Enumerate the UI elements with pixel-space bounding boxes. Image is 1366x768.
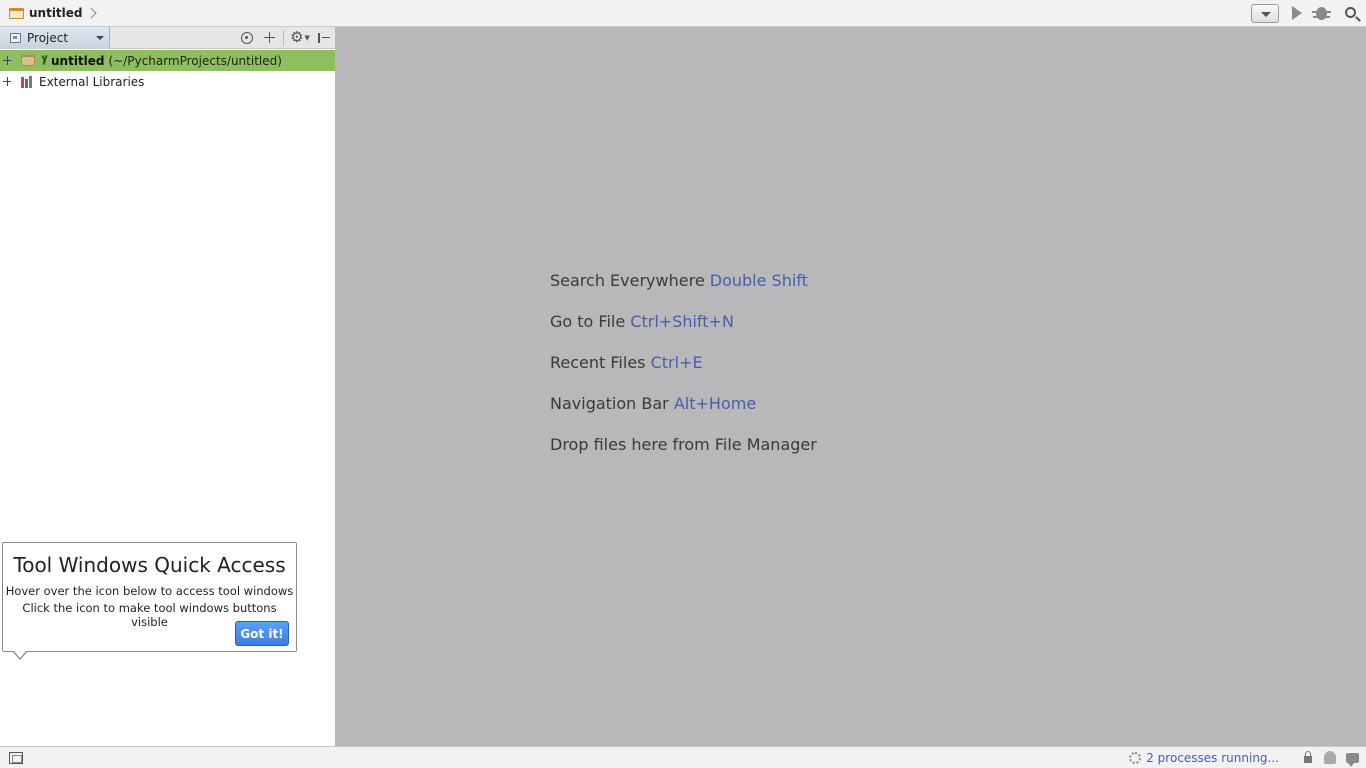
project-view-icon bbox=[10, 32, 21, 43]
project-panel-header: Project ⚙ ▼ bbox=[0, 26, 335, 49]
hide-panel-button[interactable] bbox=[313, 27, 335, 49]
hint-shortcut: Double Shift bbox=[709, 271, 808, 290]
debug-icon bbox=[1311, 6, 1331, 20]
hint-action: Search Everywhere bbox=[550, 271, 705, 290]
event-log-button[interactable] bbox=[1341, 748, 1363, 768]
locate-icon bbox=[241, 31, 253, 44]
hint-go-to-file: Go to File Ctrl+Shift+N bbox=[550, 312, 817, 353]
breadcrumb[interactable]: untitled bbox=[9, 2, 95, 24]
hint-search-everywhere: Search Everywhere Double Shift bbox=[550, 271, 817, 312]
status-bar: 2 processes running... bbox=[0, 746, 1366, 768]
hint-action: Drop files here from File Manager bbox=[550, 435, 817, 454]
inspector-icon bbox=[1324, 751, 1336, 764]
hint-shortcut: Ctrl+E bbox=[650, 353, 703, 372]
expand-icon[interactable] bbox=[1, 71, 15, 92]
balloon-title: Tool Windows Quick Access bbox=[13, 553, 286, 577]
tree-item-name: External Libraries bbox=[39, 74, 145, 89]
library-book-bar bbox=[25, 78, 28, 88]
vcs-check-icon bbox=[38, 55, 48, 67]
hint-navigation-bar: Navigation Bar Alt+Home bbox=[550, 394, 817, 435]
background-processes-link[interactable]: 2 processes running... bbox=[1146, 751, 1279, 765]
tree-item-project-root[interactable]: untitled (~/PycharmProjects/untitled) bbox=[0, 50, 335, 71]
project-view-label: Project bbox=[27, 30, 69, 45]
lock-icon bbox=[1304, 751, 1312, 763]
got-it-button[interactable]: Got it! bbox=[235, 621, 289, 646]
run-button[interactable] bbox=[1285, 2, 1309, 24]
locate-button[interactable] bbox=[236, 27, 258, 49]
editor-hints: Search Everywhere Double Shift Go to Fil… bbox=[550, 271, 817, 476]
navigation-bar: untitled bbox=[0, 0, 1366, 27]
library-book-bar bbox=[21, 76, 24, 88]
folder-icon bbox=[21, 55, 35, 66]
toolbar-divider bbox=[283, 29, 284, 46]
balloon-pointer bbox=[12, 650, 28, 660]
library-icon bbox=[21, 75, 35, 88]
debug-button[interactable] bbox=[1309, 2, 1333, 24]
expand-icon[interactable] bbox=[1, 50, 15, 71]
chevron-down-icon bbox=[96, 35, 104, 40]
run-icon bbox=[1292, 6, 1302, 20]
project-tree: untitled (~/PycharmProjects/untitled) Ex… bbox=[0, 49, 335, 92]
search-everywhere-button[interactable] bbox=[1339, 2, 1363, 24]
event-log-icon bbox=[1345, 752, 1359, 767]
run-config-dropdown-icon[interactable] bbox=[1251, 3, 1279, 23]
hint-shortcut: Ctrl+Shift+N bbox=[630, 312, 734, 331]
tree-item-path: (~/PycharmProjects/untitled) bbox=[108, 53, 282, 68]
balloon-text-line: Hover over the icon below to access tool… bbox=[5, 584, 294, 598]
editor-empty-area[interactable]: Search Everywhere Double Shift Go to Fil… bbox=[336, 27, 1366, 746]
project-view-selector[interactable]: Project bbox=[0, 26, 110, 49]
chevron-down-icon: ▼ bbox=[304, 33, 310, 42]
breadcrumb-project-label[interactable]: untitled bbox=[29, 6, 83, 20]
read-only-toggle[interactable] bbox=[1297, 748, 1319, 768]
hint-action: Navigation Bar bbox=[550, 394, 669, 413]
hide-panel-icon bbox=[318, 32, 330, 43]
project-panel-tools: ⚙ ▼ bbox=[236, 27, 335, 49]
toolbar-right bbox=[1251, 2, 1363, 24]
collapse-all-icon bbox=[263, 32, 275, 43]
hint-shortcut: Alt+Home bbox=[673, 394, 757, 413]
project-tool-window: Project ⚙ ▼ untitled (~/PycharmProjects/… bbox=[0, 26, 336, 746]
settings-button[interactable]: ⚙ ▼ bbox=[287, 27, 313, 49]
folder-icon bbox=[9, 7, 24, 19]
hint-recent-files: Recent Files Ctrl+E bbox=[550, 353, 817, 394]
tool-windows-quick-access-balloon: Tool Windows Quick Access Hover over the… bbox=[2, 542, 297, 660]
hint-action: Go to File bbox=[550, 312, 626, 331]
tree-item-name: untitled bbox=[51, 53, 105, 68]
hint-drop-files: Drop files here from File Manager bbox=[550, 435, 817, 476]
progress-spinner-icon bbox=[1129, 751, 1142, 764]
status-bar-right: 2 processes running... bbox=[1129, 748, 1366, 768]
library-book-bar bbox=[29, 75, 32, 88]
inspector-button[interactable] bbox=[1319, 748, 1341, 768]
chevron-right-icon bbox=[89, 6, 95, 20]
hint-action: Recent Files bbox=[550, 353, 646, 372]
tool-windows-icon[interactable] bbox=[9, 751, 23, 764]
gear-icon: ⚙ bbox=[290, 28, 304, 46]
tree-item-external-libraries[interactable]: External Libraries bbox=[0, 71, 335, 92]
search-icon bbox=[1344, 6, 1356, 18]
collapse-all-button[interactable] bbox=[258, 27, 280, 49]
